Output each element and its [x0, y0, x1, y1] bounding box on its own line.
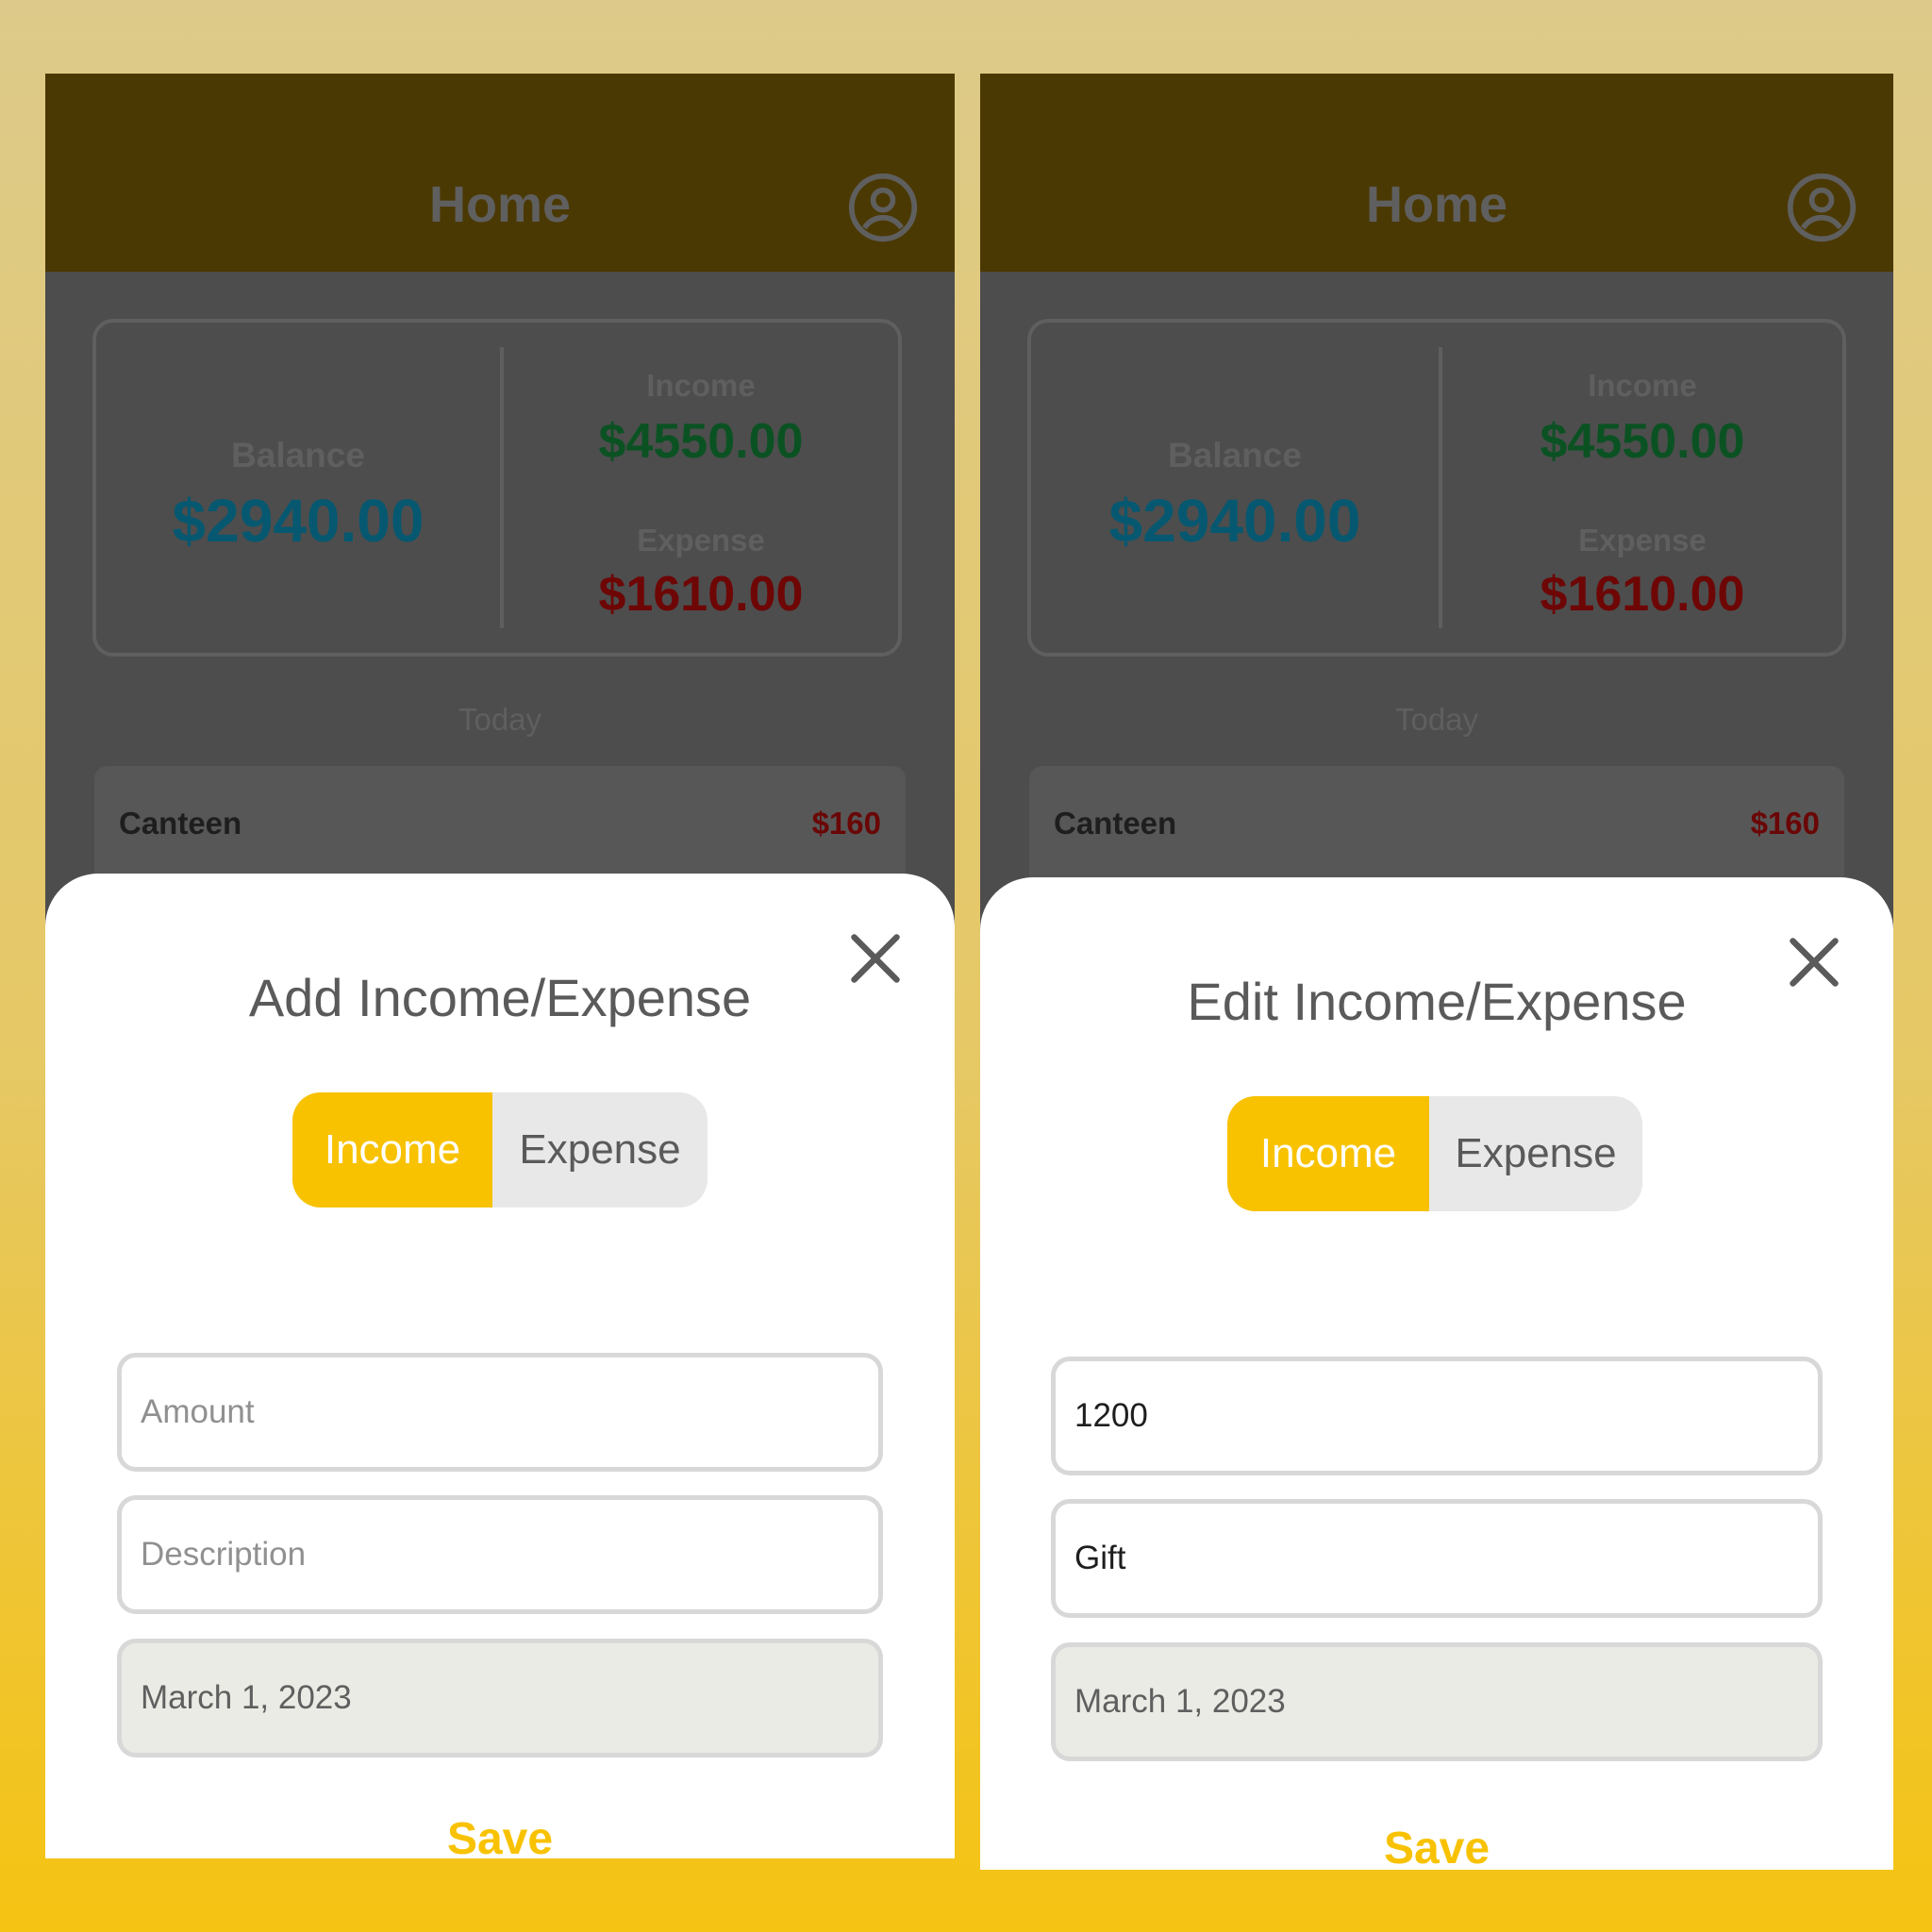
balance-value: $2940.00	[1108, 487, 1361, 555]
type-toggle: Income Expense	[1227, 1096, 1642, 1211]
toggle-income[interactable]: Income	[292, 1092, 492, 1208]
summary-card: Balance $2940.00 Income $4550.00 Expense…	[1027, 319, 1846, 657]
bottom-sheet-add: Add Income/Expense Income Expense Save	[45, 874, 955, 1858]
amount-input[interactable]	[1051, 1357, 1823, 1475]
app-bar: Home	[45, 74, 955, 272]
description-input[interactable]	[1051, 1499, 1823, 1618]
save-button[interactable]: Save	[980, 1826, 1893, 1871]
transaction-name: Canteen	[1054, 806, 1177, 841]
transaction-amount: $160	[811, 806, 881, 841]
income-value: $4550.00	[1540, 414, 1745, 469]
expense-label: Expense	[637, 523, 765, 558]
expense-label: Expense	[1578, 523, 1707, 558]
amount-input[interactable]	[117, 1353, 883, 1472]
bottom-sheet-edit: Edit Income/Expense Income Expense Save	[980, 877, 1893, 1870]
balance-label: Balance	[231, 436, 365, 475]
transaction-amount: $160	[1750, 806, 1820, 841]
sheet-title: Edit Income/Expense	[1187, 972, 1687, 1031]
toggle-expense[interactable]: Expense	[492, 1092, 708, 1208]
save-button[interactable]: Save	[45, 1817, 955, 1859]
income-label: Income	[646, 368, 756, 403]
date-field[interactable]	[1051, 1642, 1823, 1761]
page-title: Home	[1365, 176, 1508, 233]
expense-value: $1610.00	[598, 567, 804, 622]
section-label-today: Today	[458, 702, 542, 737]
type-toggle: Income Expense	[292, 1092, 708, 1208]
balance-value: $2940.00	[172, 487, 425, 555]
sheet-title: Add Income/Expense	[248, 968, 752, 1027]
profile-icon[interactable]	[1786, 172, 1857, 243]
section-label-today: Today	[1394, 702, 1479, 737]
income-value: $4550.00	[598, 414, 804, 469]
toggle-expense[interactable]: Expense	[1429, 1096, 1642, 1211]
transaction-name: Canteen	[119, 806, 242, 841]
date-field[interactable]	[117, 1639, 883, 1757]
app-bar: Home	[980, 74, 1893, 272]
expense-value: $1610.00	[1540, 567, 1745, 622]
profile-icon[interactable]	[847, 172, 919, 243]
balance-label: Balance	[1168, 436, 1302, 475]
summary-card: Balance $2940.00 Income $4550.00 Expense…	[92, 319, 902, 657]
page-title: Home	[428, 176, 572, 233]
phone-screen-edit: Home Balance $2940.00 Income $4550.00 Ex…	[980, 74, 1893, 1870]
phone-screen-add: Home Balance $2940.00 Income $4550.00 Ex…	[45, 74, 955, 1858]
income-label: Income	[1588, 368, 1697, 403]
description-input[interactable]	[117, 1495, 883, 1614]
toggle-income[interactable]: Income	[1227, 1096, 1429, 1211]
